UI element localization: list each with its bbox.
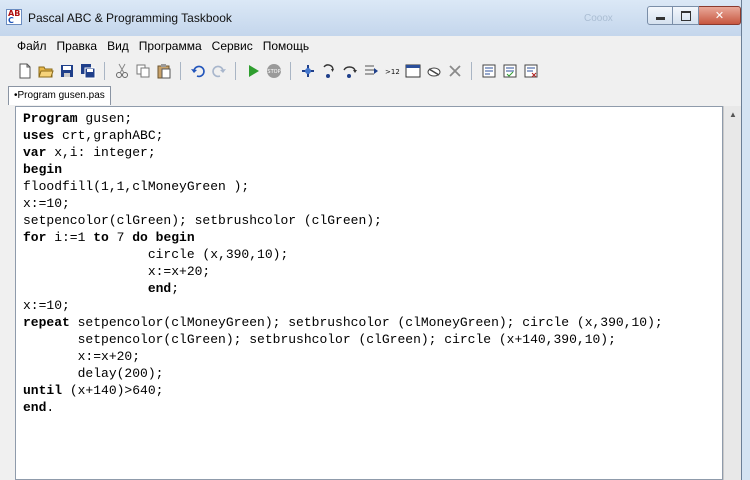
- code-line[interactable]: x:=x+20;: [23, 263, 722, 280]
- open-folder-button[interactable]: [35, 61, 56, 82]
- menu-item-2[interactable]: Правка: [52, 39, 103, 53]
- code-line[interactable]: for i:=1 to 7 do begin: [23, 229, 722, 246]
- code-line[interactable]: delay(200);: [23, 365, 722, 382]
- code-line[interactable]: repeat setpencolor(clMoneyGreen); setbru…: [23, 314, 722, 331]
- menu-item-6[interactable]: Помощь: [258, 39, 314, 53]
- code-line[interactable]: end.: [23, 399, 722, 416]
- run-to-cursor-icon: [364, 65, 378, 75]
- copy-icon: [136, 64, 149, 78]
- maximize-icon: [680, 10, 691, 21]
- run-to-cursor-button[interactable]: [360, 61, 381, 82]
- code-line[interactable]: begin: [23, 161, 722, 178]
- code-line[interactable]: circle (x,390,10);: [23, 246, 722, 263]
- svg-text:>123: >123: [385, 68, 400, 76]
- output-icon: >123: [385, 68, 400, 76]
- code-line[interactable]: Program gusen;: [23, 110, 722, 127]
- add-watch-button[interactable]: [297, 61, 318, 82]
- toolbar-separator: [235, 62, 236, 80]
- task-3-button[interactable]: [520, 61, 541, 82]
- panel-icon: [427, 67, 440, 77]
- paste-icon: [157, 64, 170, 79]
- code-line[interactable]: x:=x+20;: [23, 348, 722, 365]
- show-output-button[interactable]: >123: [381, 61, 402, 82]
- step-into-icon: [322, 64, 334, 78]
- svg-text:STOP: STOP: [267, 69, 280, 75]
- new-file-button[interactable]: [14, 61, 35, 82]
- add-watch-icon: [301, 65, 314, 77]
- redo-icon: [211, 65, 226, 78]
- code-line[interactable]: x:=10;: [23, 195, 722, 212]
- hide-panel-button[interactable]: [423, 61, 444, 82]
- code-line[interactable]: setpencolor(clGreen); setbrushcolor (clG…: [23, 212, 722, 229]
- menu-item-1[interactable]: Файл: [12, 39, 52, 53]
- maximize-button[interactable]: [673, 6, 699, 25]
- stop-button[interactable]: STOP: [263, 61, 284, 82]
- taskbook-icon: [482, 64, 495, 78]
- menu-bar: Файл Правка Вид Программа Сервис Помощь: [12, 36, 741, 56]
- scroll-up-arrow-icon[interactable]: ▲: [725, 106, 741, 123]
- code-line[interactable]: setpencolor(clGreen); setbrushcolor (clG…: [23, 331, 722, 348]
- undo-icon: [190, 65, 205, 78]
- code-editor[interactable]: Program gusen; uses crt,graphABC; var x,i:…: [15, 106, 723, 480]
- clear-output-button[interactable]: [444, 61, 465, 82]
- toolbar-separator: [471, 62, 472, 80]
- close-icon: ✕: [714, 9, 725, 22]
- code-line[interactable]: uses crt,graphABC;: [23, 127, 722, 144]
- menu-item-3[interactable]: Вид: [102, 39, 134, 53]
- app-logo-icon[interactable]: AB C: [6, 9, 22, 25]
- close-x-icon: [448, 65, 461, 77]
- new-file-icon: [19, 63, 30, 79]
- save-icon: [60, 65, 73, 77]
- code-line[interactable]: floodfill(1,1,clMoneyGreen );: [23, 178, 722, 195]
- undo-button[interactable]: [187, 61, 208, 82]
- app-window: AB C Pascal ABC & Programming Taskbook С…: [0, 0, 742, 480]
- taskbook-icon: [503, 64, 516, 78]
- task-2-button[interactable]: [499, 61, 520, 82]
- tab-program-gusen[interactable]: •Program gusen.pas: [8, 86, 111, 105]
- window-title: Pascal ABC & Programming Taskbook: [28, 11, 232, 25]
- step-over-button[interactable]: [339, 61, 360, 82]
- cut-button[interactable]: [111, 61, 132, 82]
- background-window-title: Сооох: [584, 13, 613, 24]
- run-button[interactable]: [242, 61, 263, 82]
- close-window-button[interactable]: ✕: [699, 6, 741, 25]
- window-icon: [405, 64, 420, 78]
- open-folder-icon: [37, 66, 54, 78]
- show-window-button[interactable]: [402, 61, 423, 82]
- menu-item-5[interactable]: Сервис: [207, 39, 258, 53]
- copy-button[interactable]: [132, 61, 153, 82]
- code-line[interactable]: end;: [23, 280, 722, 297]
- save-all-button[interactable]: [77, 61, 98, 82]
- minimize-icon: [655, 17, 665, 20]
- code-text[interactable]: Program gusen; uses crt,graphABC; var x,i:…: [16, 107, 722, 416]
- taskbook-icon: [524, 64, 537, 78]
- code-line[interactable]: var x,i: integer;: [23, 144, 722, 161]
- paste-button[interactable]: [153, 61, 174, 82]
- toolbar-separator: [104, 62, 105, 80]
- toolbar-separator: [180, 62, 181, 80]
- scissors-icon: [115, 63, 128, 78]
- code-line[interactable]: until (x+140)>640;: [23, 382, 722, 399]
- step-over-icon: [342, 66, 357, 78]
- save-button[interactable]: [56, 61, 77, 82]
- title-bar[interactable]: AB C Pascal ABC & Programming Taskbook С…: [0, 0, 741, 36]
- save-all-icon: [80, 64, 95, 79]
- vertical-scrollbar[interactable]: ▲: [723, 106, 741, 480]
- tab-strip: •Program gusen.pas: [0, 84, 741, 106]
- toolbar: STOP >123: [14, 59, 741, 83]
- stop-icon: STOP: [266, 64, 281, 78]
- run-icon: [248, 65, 259, 77]
- toolbar-separator: [290, 62, 291, 80]
- redo-button[interactable]: [208, 61, 229, 82]
- minimize-button[interactable]: [647, 6, 673, 25]
- task-1-button[interactable]: [478, 61, 499, 82]
- menu-item-4[interactable]: Программа: [134, 39, 207, 53]
- step-into-button[interactable]: [318, 61, 339, 82]
- code-line[interactable]: x:=10;: [23, 297, 722, 314]
